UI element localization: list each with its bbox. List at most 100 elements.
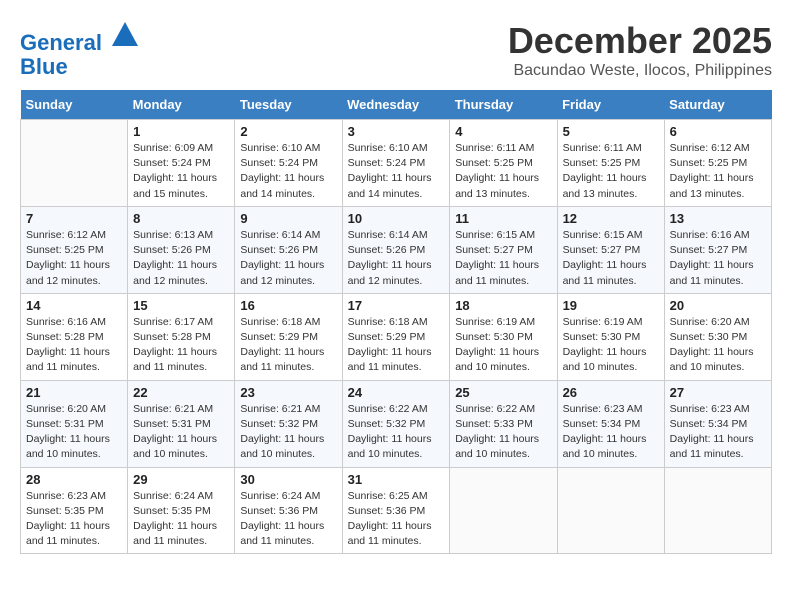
calendar-cell: 11 Sunrise: 6:15 AMSunset: 5:27 PMDayligh… xyxy=(450,206,557,293)
day-info: Sunrise: 6:22 AMSunset: 5:32 PMDaylight:… xyxy=(348,402,445,463)
day-number: 12 xyxy=(563,211,659,226)
day-number: 1 xyxy=(133,124,229,139)
calendar-cell xyxy=(664,467,771,554)
day-info: Sunrise: 6:21 AMSunset: 5:32 PMDaylight:… xyxy=(240,402,336,463)
day-number: 14 xyxy=(26,298,122,313)
day-number: 8 xyxy=(133,211,229,226)
calendar-cell: 15 Sunrise: 6:17 AMSunset: 5:28 PMDayligh… xyxy=(128,293,235,380)
col-header-friday: Friday xyxy=(557,90,664,120)
calendar-cell: 27 Sunrise: 6:23 AMSunset: 5:34 PMDayligh… xyxy=(664,380,771,467)
day-number: 15 xyxy=(133,298,229,313)
page-header: General Blue December 2025 Bacundao West… xyxy=(20,20,772,80)
day-info: Sunrise: 6:19 AMSunset: 5:30 PMDaylight:… xyxy=(455,315,551,376)
day-info: Sunrise: 6:15 AMSunset: 5:27 PMDaylight:… xyxy=(563,228,659,289)
day-info: Sunrise: 6:11 AMSunset: 5:25 PMDaylight:… xyxy=(563,141,659,202)
calendar-header-row: SundayMondayTuesdayWednesdayThursdayFrid… xyxy=(21,90,772,120)
day-info: Sunrise: 6:21 AMSunset: 5:31 PMDaylight:… xyxy=(133,402,229,463)
week-row-4: 21 Sunrise: 6:20 AMSunset: 5:31 PMDayligh… xyxy=(21,380,772,467)
calendar-cell: 17 Sunrise: 6:18 AMSunset: 5:29 PMDayligh… xyxy=(342,293,450,380)
day-info: Sunrise: 6:15 AMSunset: 5:27 PMDaylight:… xyxy=(455,228,551,289)
day-info: Sunrise: 6:14 AMSunset: 5:26 PMDaylight:… xyxy=(348,228,445,289)
day-number: 11 xyxy=(455,211,551,226)
day-number: 10 xyxy=(348,211,445,226)
day-info: Sunrise: 6:17 AMSunset: 5:28 PMDaylight:… xyxy=(133,315,229,376)
calendar-cell: 18 Sunrise: 6:19 AMSunset: 5:30 PMDayligh… xyxy=(450,293,557,380)
logo: General Blue xyxy=(20,20,140,79)
day-number: 27 xyxy=(670,385,766,400)
month-title: December 2025 xyxy=(508,20,772,62)
day-number: 4 xyxy=(455,124,551,139)
calendar-cell: 20 Sunrise: 6:20 AMSunset: 5:30 PMDayligh… xyxy=(664,293,771,380)
day-info: Sunrise: 6:18 AMSunset: 5:29 PMDaylight:… xyxy=(348,315,445,376)
week-row-3: 14 Sunrise: 6:16 AMSunset: 5:28 PMDayligh… xyxy=(21,293,772,380)
day-number: 25 xyxy=(455,385,551,400)
calendar-cell: 30Sunrise: 6:24 AMSunset: 5:36 PMDayligh… xyxy=(235,467,342,554)
calendar-cell: 6Sunrise: 6:12 AMSunset: 5:25 PMDaylight… xyxy=(664,120,771,207)
calendar-cell: 16 Sunrise: 6:18 AMSunset: 5:29 PMDayligh… xyxy=(235,293,342,380)
col-header-wednesday: Wednesday xyxy=(342,90,450,120)
calendar-cell: 23 Sunrise: 6:21 AMSunset: 5:32 PMDayligh… xyxy=(235,380,342,467)
day-info: Sunrise: 6:16 AMSunset: 5:27 PMDaylight:… xyxy=(670,228,766,289)
calendar-cell xyxy=(557,467,664,554)
day-number: 18 xyxy=(455,298,551,313)
calendar-cell: 10 Sunrise: 6:14 AMSunset: 5:26 PMDayligh… xyxy=(342,206,450,293)
calendar-cell: 24 Sunrise: 6:22 AMSunset: 5:32 PMDayligh… xyxy=(342,380,450,467)
day-info: Sunrise: 6:10 AMSunset: 5:24 PMDaylight:… xyxy=(348,141,445,202)
day-number: 23 xyxy=(240,385,336,400)
day-info: Sunrise: 6:19 AMSunset: 5:30 PMDaylight:… xyxy=(563,315,659,376)
calendar-body: 1 Sunrise: 6:09 AMSunset: 5:24 PMDaylight… xyxy=(21,120,772,554)
day-number: 5 xyxy=(563,124,659,139)
day-info: Sunrise: 6:24 AMSunset: 5:35 PMDaylight:… xyxy=(133,489,229,550)
logo-blue: Blue xyxy=(20,54,68,79)
calendar-cell: 29Sunrise: 6:24 AMSunset: 5:35 PMDayligh… xyxy=(128,467,235,554)
day-number: 21 xyxy=(26,385,122,400)
day-info: Sunrise: 6:24 AMSunset: 5:36 PMDaylight:… xyxy=(240,489,336,550)
day-info: Sunrise: 6:09 AMSunset: 5:24 PMDaylight:… xyxy=(133,141,229,202)
day-info: Sunrise: 6:10 AMSunset: 5:24 PMDaylight:… xyxy=(240,141,336,202)
calendar-cell: 7 Sunrise: 6:12 AMSunset: 5:25 PMDaylight… xyxy=(21,206,128,293)
day-info: Sunrise: 6:25 AMSunset: 5:36 PMDaylight:… xyxy=(348,489,445,550)
calendar-cell: 14 Sunrise: 6:16 AMSunset: 5:28 PMDayligh… xyxy=(21,293,128,380)
calendar-cell: 5 Sunrise: 6:11 AMSunset: 5:25 PMDaylight… xyxy=(557,120,664,207)
day-number: 7 xyxy=(26,211,122,226)
day-number: 19 xyxy=(563,298,659,313)
week-row-2: 7 Sunrise: 6:12 AMSunset: 5:25 PMDaylight… xyxy=(21,206,772,293)
day-info: Sunrise: 6:11 AMSunset: 5:25 PMDaylight:… xyxy=(455,141,551,202)
day-info: Sunrise: 6:23 AMSunset: 5:34 PMDaylight:… xyxy=(670,402,766,463)
logo-icon xyxy=(110,20,140,50)
day-number: 24 xyxy=(348,385,445,400)
calendar-cell: 2 Sunrise: 6:10 AMSunset: 5:24 PMDaylight… xyxy=(235,120,342,207)
calendar-cell: 8 Sunrise: 6:13 AMSunset: 5:26 PMDaylight… xyxy=(128,206,235,293)
calendar-cell: 31Sunrise: 6:25 AMSunset: 5:36 PMDayligh… xyxy=(342,467,450,554)
day-info: Sunrise: 6:23 AMSunset: 5:35 PMDaylight:… xyxy=(26,489,122,550)
col-header-sunday: Sunday xyxy=(21,90,128,120)
day-number: 9 xyxy=(240,211,336,226)
calendar-cell: 22 Sunrise: 6:21 AMSunset: 5:31 PMDayligh… xyxy=(128,380,235,467)
calendar-cell: 19 Sunrise: 6:19 AMSunset: 5:30 PMDayligh… xyxy=(557,293,664,380)
day-number: 26 xyxy=(563,385,659,400)
day-info: Sunrise: 6:16 AMSunset: 5:28 PMDaylight:… xyxy=(26,315,122,376)
calendar-cell xyxy=(21,120,128,207)
calendar-table: SundayMondayTuesdayWednesdayThursdayFrid… xyxy=(20,90,772,554)
day-number: 22 xyxy=(133,385,229,400)
day-number: 6 xyxy=(670,124,766,139)
day-info: Sunrise: 6:13 AMSunset: 5:26 PMDaylight:… xyxy=(133,228,229,289)
calendar-cell: 4 Sunrise: 6:11 AMSunset: 5:25 PMDaylight… xyxy=(450,120,557,207)
calendar-cell: 28 Sunrise: 6:23 AMSunset: 5:35 PMDayligh… xyxy=(21,467,128,554)
day-info: Sunrise: 6:18 AMSunset: 5:29 PMDaylight:… xyxy=(240,315,336,376)
calendar-cell: 21 Sunrise: 6:20 AMSunset: 5:31 PMDayligh… xyxy=(21,380,128,467)
day-info: Sunrise: 6:23 AMSunset: 5:34 PMDaylight:… xyxy=(563,402,659,463)
calendar-cell: 3Sunrise: 6:10 AMSunset: 5:24 PMDaylight… xyxy=(342,120,450,207)
day-info: Sunrise: 6:12 AMSunset: 5:25 PMDaylight:… xyxy=(26,228,122,289)
day-number: 2 xyxy=(240,124,336,139)
day-info: Sunrise: 6:20 AMSunset: 5:31 PMDaylight:… xyxy=(26,402,122,463)
calendar-cell: 26 Sunrise: 6:23 AMSunset: 5:34 PMDayligh… xyxy=(557,380,664,467)
day-number: 20 xyxy=(670,298,766,313)
day-number: 17 xyxy=(348,298,445,313)
day-number: 16 xyxy=(240,298,336,313)
day-info: Sunrise: 6:20 AMSunset: 5:30 PMDaylight:… xyxy=(670,315,766,376)
calendar-cell: 13Sunrise: 6:16 AMSunset: 5:27 PMDayligh… xyxy=(664,206,771,293)
day-number: 28 xyxy=(26,472,122,487)
day-info: Sunrise: 6:14 AMSunset: 5:26 PMDaylight:… xyxy=(240,228,336,289)
calendar-cell: 25Sunrise: 6:22 AMSunset: 5:33 PMDayligh… xyxy=(450,380,557,467)
